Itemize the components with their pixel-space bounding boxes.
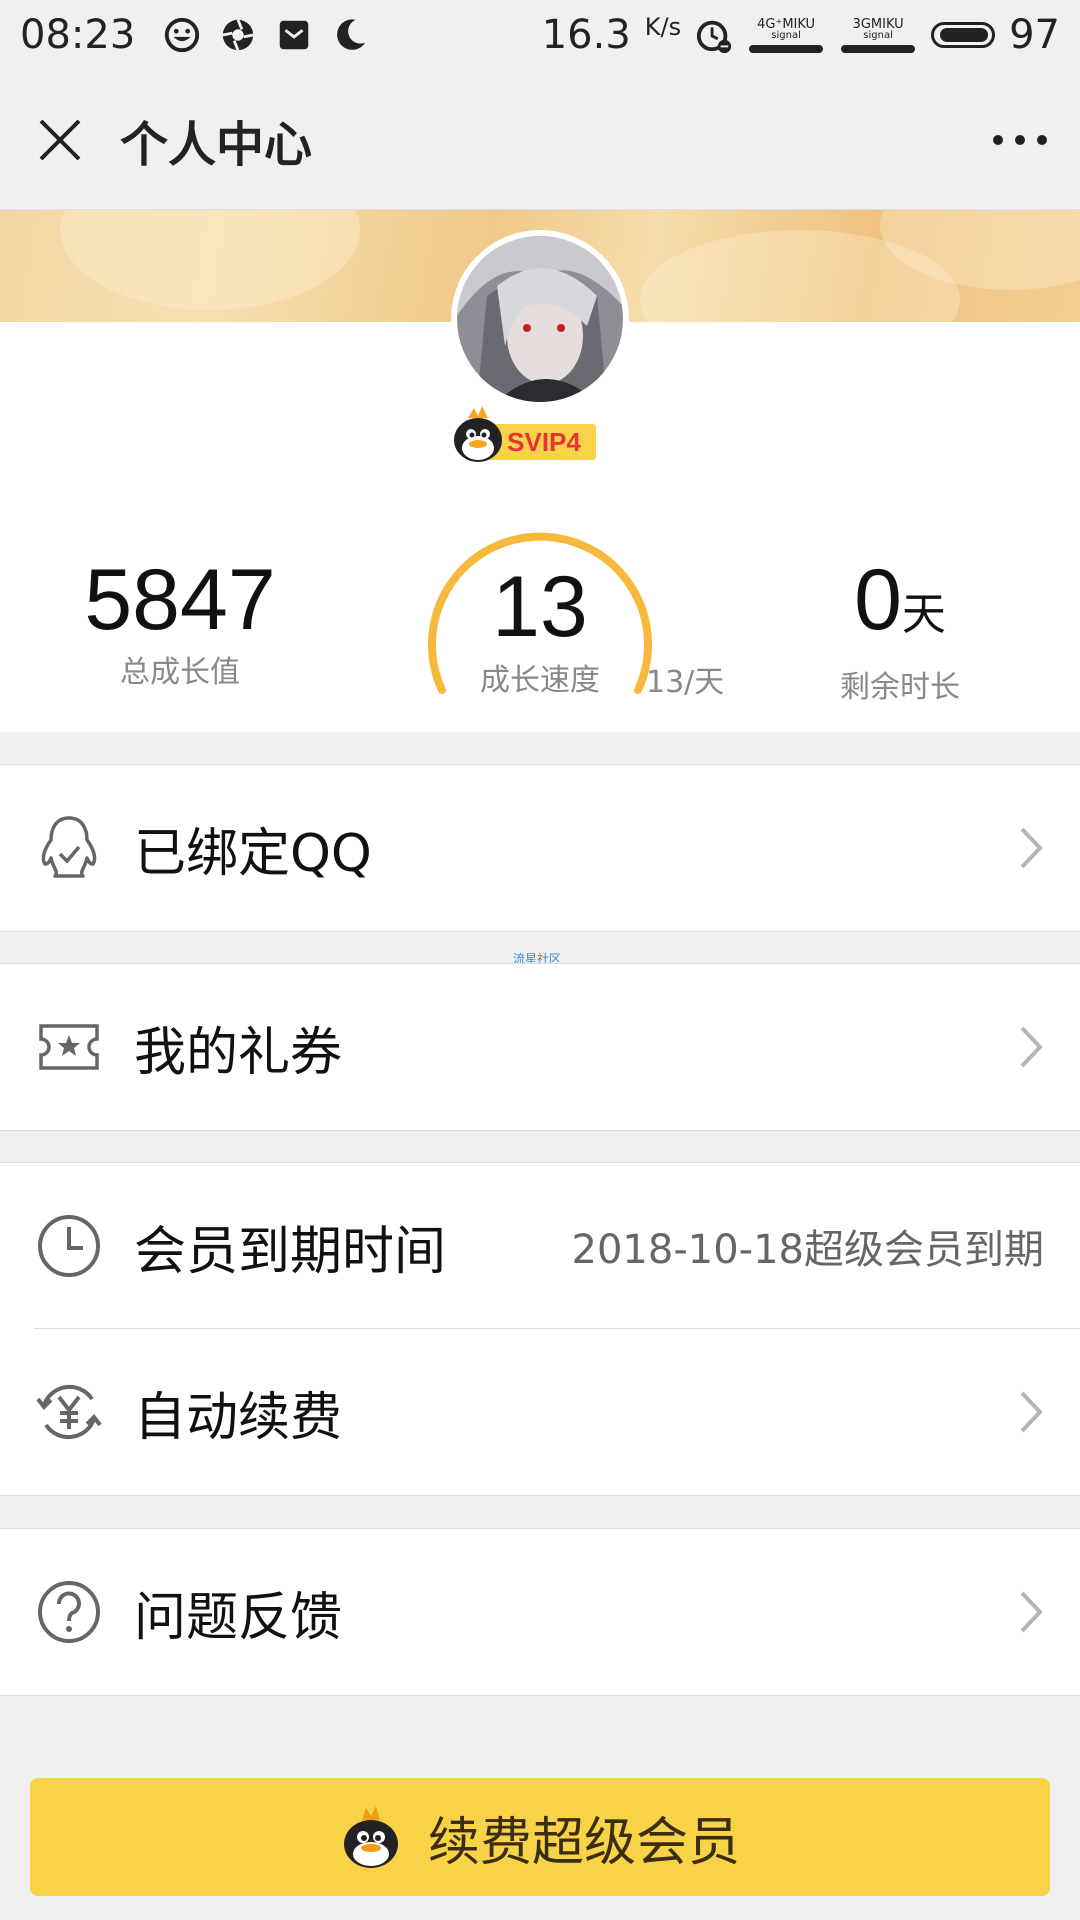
avatar[interactable] xyxy=(451,230,629,408)
more-icon xyxy=(993,134,1047,145)
more-button[interactable] xyxy=(960,70,1080,210)
svip-level: SVIP4 xyxy=(507,427,581,457)
bound-qq-row[interactable]: 已绑定QQ xyxy=(0,765,1080,931)
svip-badge: SVIP4 xyxy=(452,402,598,466)
network-speed: 16.3 xyxy=(541,12,631,58)
growth-speed-value: 13 xyxy=(492,559,588,655)
clock-icon xyxy=(34,1211,104,1281)
growth-rate: 13/天 xyxy=(646,665,725,700)
remaining-label: 剩余时长 xyxy=(840,670,960,705)
total-growth-stat: 5847 总成长值 xyxy=(60,555,300,691)
bound-qq-label: 已绑定QQ xyxy=(134,823,372,884)
section-membership: 会员到期时间 2018-10-18超级会员到期 自动续费 xyxy=(0,1162,1080,1496)
signal-sim1: 4G⁺MIKU signal xyxy=(747,18,825,53)
growth-speed-label: 成长速度 xyxy=(480,663,600,698)
network-speed-unit: K/s xyxy=(644,13,682,41)
qq-icon xyxy=(34,813,104,883)
renew-svip-label: 续费超级会员 xyxy=(427,1812,740,1873)
alarm-icon xyxy=(696,20,732,54)
close-icon xyxy=(39,119,81,160)
qq-penguin-icon: SVIP4 xyxy=(454,406,596,462)
emoji-notification-icon xyxy=(165,17,200,53)
close-button[interactable] xyxy=(0,70,120,210)
chevron-right-icon xyxy=(1020,1026,1043,1068)
bottom-bar: 续费超级会员 xyxy=(0,1760,1080,1920)
aperture-notification-icon xyxy=(222,19,254,51)
coupons-row[interactable]: 我的礼券 xyxy=(0,964,1080,1130)
status-time: 08:23 xyxy=(20,12,136,58)
remaining-unit: 天 xyxy=(901,590,946,639)
total-growth-value: 5847 xyxy=(84,552,276,648)
expiry-value: 2018-10-18超级会员到期 xyxy=(571,1227,1044,1273)
shield-notification-icon xyxy=(280,20,309,50)
battery-level: 97 xyxy=(1009,12,1060,58)
avatar-image xyxy=(457,236,623,402)
ticket-icon xyxy=(34,1012,104,1082)
remaining-time-stat: 0天 剩余时长 xyxy=(780,555,1020,706)
section-qq: 已绑定QQ xyxy=(0,764,1080,932)
feedback-label: 问题反馈 xyxy=(134,1587,343,1648)
expiry-row: 会员到期时间 2018-10-18超级会员到期 xyxy=(0,1163,1080,1329)
chevron-right-icon xyxy=(1020,1591,1043,1633)
signal-sim2: 3GMIKU signal xyxy=(839,18,917,53)
auto-renew-row[interactable]: 自动续费 xyxy=(0,1329,1080,1495)
battery-icon xyxy=(931,22,996,48)
renew-svip-button[interactable]: 续费超级会员 xyxy=(30,1778,1050,1896)
auto-renew-label: 自动续费 xyxy=(134,1387,343,1448)
section-coupons: 我的礼券 xyxy=(0,963,1080,1131)
page-title: 个人中心 xyxy=(120,116,313,173)
total-growth-label: 总成长值 xyxy=(120,655,240,690)
chevron-right-icon xyxy=(1020,1391,1043,1433)
qq-penguin-icon xyxy=(343,1806,398,1868)
remaining-value: 0 xyxy=(854,552,902,648)
section-feedback: 问题反馈 xyxy=(0,1528,1080,1696)
coupons-label: 我的礼券 xyxy=(134,1022,343,1083)
feedback-row[interactable]: 问题反馈 xyxy=(0,1529,1080,1695)
chevron-right-icon xyxy=(1020,827,1043,869)
title-bar: 个人中心 xyxy=(0,70,1080,210)
expiry-label: 会员到期时间 xyxy=(134,1221,447,1282)
moon-icon xyxy=(337,19,366,50)
status-bar: 08:23 16.3 K/s 4G⁺MIKU signal 3GMIKU sig… xyxy=(0,0,1080,70)
help-icon xyxy=(34,1577,104,1647)
profile-card: SVIP4 5847 总成长值 13 成长速度 13/天 0天 剩余时长 xyxy=(0,210,1080,732)
renew-yen-icon xyxy=(34,1377,104,1447)
